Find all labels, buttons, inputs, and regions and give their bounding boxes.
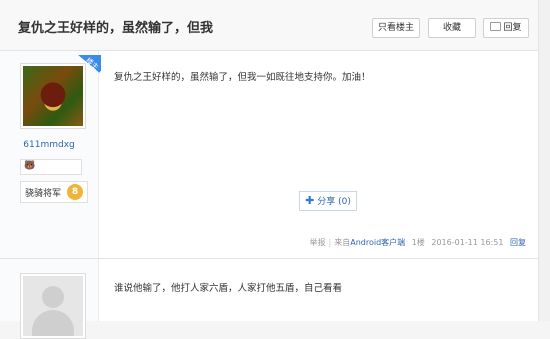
- source-prefix: 来自: [334, 238, 351, 247]
- post-time: 2016-01-11 16:51: [431, 238, 504, 247]
- thread-title: 复仇之王好样的，虽然输了，但我: [18, 21, 214, 36]
- share-label: 分享: [317, 197, 336, 207]
- author-panel: 楼主 611mmdxg 🐻 骁骑将军 8: [0, 51, 101, 258]
- post-content-2: 谁说他输了，他打人家六盾，人家打他五盾，自己看看: [114, 283, 343, 294]
- only-author-button[interactable]: 只看楼主: [372, 18, 420, 38]
- share-button[interactable]: ✚ 分享 (0): [299, 191, 357, 211]
- default-avatar-icon: [23, 276, 83, 336]
- op-badge: 楼主: [71, 55, 101, 77]
- share-plus-icon: ✚: [305, 194, 315, 207]
- floor-reply-link[interactable]: 回复: [510, 238, 526, 247]
- thread-header: 复仇之王好样的，虽然输了，但我 只看楼主 收藏 回复: [0, 0, 538, 51]
- rank-label: 骁骑将军: [25, 189, 62, 199]
- favorite-button[interactable]: 收藏: [428, 18, 476, 38]
- bear-icon: 🐻: [24, 161, 36, 171]
- source-client-link[interactable]: Android客户端: [350, 238, 405, 247]
- reply-icon: [490, 22, 502, 31]
- thread-frame: 复仇之王好样的，虽然输了，但我 只看楼主 收藏 回复 楼主 611mmdxg 🐻…: [0, 0, 539, 339]
- rank-badge: 骁骑将军 8: [20, 181, 88, 203]
- username-link[interactable]: 611mmdxg: [0, 140, 98, 150]
- report-link[interactable]: 举报: [310, 238, 326, 247]
- post-content: 复仇之王好样的，虽然输了，但我一如既往地支持你。加油！: [114, 72, 371, 83]
- author-panel-2: [0, 259, 99, 339]
- reply-button[interactable]: 回复: [483, 18, 529, 38]
- avatar-placeholder[interactable]: [20, 273, 86, 339]
- user-emoji-box: 🐻: [20, 159, 82, 175]
- post-floor-2: 谁说他输了，他打人家六盾，人家打他五盾，自己看看: [0, 259, 538, 339]
- post-floor-1: 楼主 611mmdxg 🐻 骁骑将军 8 复仇之王好样的，虽然输了，但我一如既往…: [0, 51, 538, 259]
- scrollbar[interactable]: [539, 0, 550, 321]
- reply-button-label: 回复: [503, 23, 522, 33]
- rank-level-icon: 8: [67, 184, 83, 200]
- post-footer: 举报 | 来自Android客户端 1楼 2016-01-11 16:51 回复: [309, 238, 526, 247]
- floor-number: 1楼: [411, 238, 425, 247]
- share-count: (0): [338, 197, 351, 207]
